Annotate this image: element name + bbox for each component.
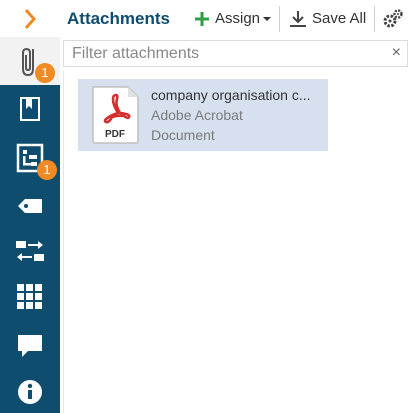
tag-icon: [18, 199, 42, 213]
pdf-file-icon: PDF: [92, 86, 139, 144]
clear-filter-icon[interactable]: ×: [392, 44, 401, 62]
filter-attachments-input[interactable]: [64, 41, 372, 66]
sidebar-item-attachments[interactable]: 1: [0, 37, 60, 85]
sidebar: 1 1: [0, 0, 60, 413]
plus-icon: [195, 11, 209, 26]
gears-icon: [383, 8, 403, 27]
attachments-count-badge: 1: [35, 63, 55, 83]
attachment-item[interactable]: PDF company organisation c... Adobe Acro…: [78, 79, 328, 151]
save-all-button[interactable]: Save All: [289, 0, 366, 37]
assign-label: Assign: [215, 10, 261, 27]
assign-button[interactable]: Assign: [193, 0, 272, 37]
comment-icon: [18, 335, 42, 357]
panel-title: Attachments: [67, 9, 170, 28]
pdf-icon-label: PDF: [105, 129, 125, 140]
sidebar-item-comments[interactable]: [0, 325, 60, 367]
sidebar-item-bookmark[interactable]: [0, 88, 60, 130]
sidebar-item-transfer[interactable]: [0, 230, 60, 272]
organisation-count-badge: 1: [37, 160, 57, 180]
toolbar-separator: [374, 6, 375, 32]
transfer-icon: [16, 241, 44, 261]
sidebar-item-grid[interactable]: [0, 276, 60, 318]
download-icon: [290, 10, 306, 27]
sidebar-item-info[interactable]: [0, 371, 60, 413]
info-icon: [18, 380, 42, 404]
attachment-type-line2: Document: [151, 127, 215, 143]
sidebar-item-tags[interactable]: [0, 185, 60, 227]
chevron-right-icon: [24, 9, 37, 29]
attachment-type-line1: Adobe Acrobat: [151, 107, 243, 123]
filter-box: ×: [63, 40, 408, 67]
settings-button[interactable]: [382, 0, 404, 37]
toolbar-separator: [279, 6, 280, 32]
caret-down-icon: [263, 16, 272, 21]
grid-icon: [17, 284, 42, 309]
attachment-name: company organisation c...: [151, 87, 311, 103]
attachments-toolbar: Attachments Assign Save All: [60, 0, 411, 37]
collapse-toggle[interactable]: [0, 0, 60, 37]
save-all-label: Save All: [312, 10, 367, 27]
bookmark-icon: [20, 97, 40, 121]
